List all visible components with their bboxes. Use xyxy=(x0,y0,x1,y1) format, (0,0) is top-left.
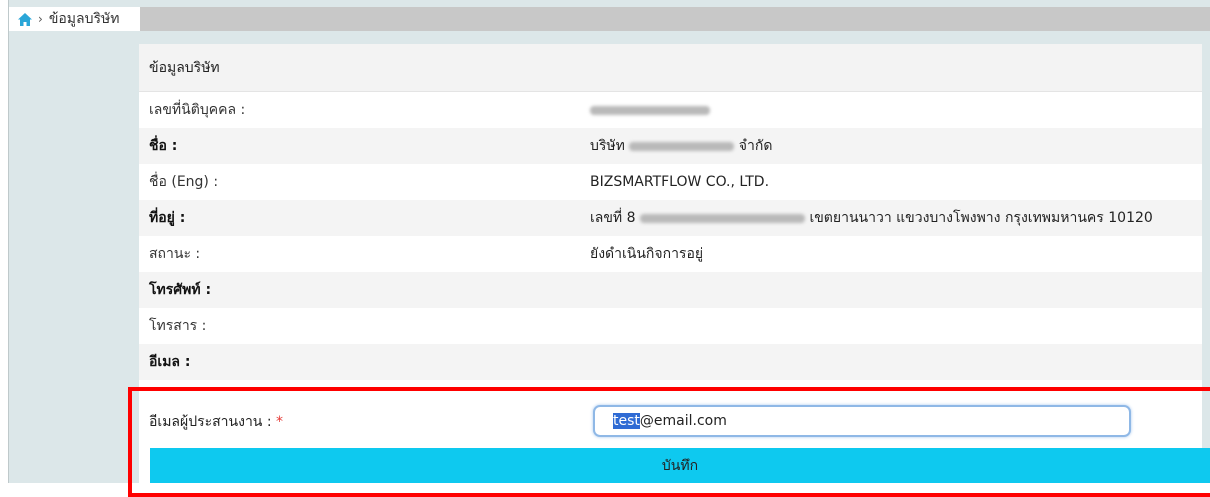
field-row-registration-no: เลขที่นิติบุคคล : xyxy=(139,92,1202,128)
field-value: เลขที่ 8 เขตยานนาวา แขวงบางโพงพาง กรุงเท… xyxy=(590,207,1153,229)
annotation-highlight xyxy=(128,387,1210,497)
field-value: บริษัท จำกัด xyxy=(590,135,772,157)
field-label: อีเมล : xyxy=(149,354,191,370)
field-label: ชื่อ : xyxy=(149,138,178,154)
field-value-redacted xyxy=(590,102,710,118)
breadcrumb-current: ข้อมูลบริษัท xyxy=(48,11,120,27)
field-label: สถานะ : xyxy=(149,246,201,262)
field-row-email: อีเมล : xyxy=(139,344,1202,380)
field-label: ที่อยู่ : xyxy=(149,210,186,226)
home-icon[interactable] xyxy=(18,12,32,26)
breadcrumb-separator: › xyxy=(38,12,43,26)
field-label: โทรศัพท์ : xyxy=(149,282,212,298)
field-value: BIZSMARTFLOW CO., LTD. xyxy=(590,174,770,190)
field-label: โทรสาร : xyxy=(149,318,207,334)
panel-header: ข้อมูลบริษัท xyxy=(139,44,1202,92)
field-value: ยังดำเนินกิจการอยู่ xyxy=(590,246,704,262)
name-suffix: จำกัด xyxy=(738,138,773,154)
address-prefix: เลขที่ 8 xyxy=(590,210,636,226)
name-prefix: บริษัท xyxy=(590,138,625,154)
field-row-address: ที่อยู่ : เลขที่ 8 เขตยานนาวา แขวงบางโพง… xyxy=(139,200,1202,236)
address-suffix: เขตยานนาวา แขวงบางโพงพาง กรุงเทพมหานคร 1… xyxy=(809,210,1153,226)
field-label: ชื่อ (Eng) : xyxy=(149,174,219,190)
breadcrumb-trail: › ข้อมูลบริษัท xyxy=(9,7,140,31)
field-row-phone: โทรศัพท์ : xyxy=(139,272,1202,308)
field-row-fax: โทรสาร : xyxy=(139,308,1202,344)
breadcrumb: › ข้อมูลบริษัท xyxy=(9,7,1210,31)
field-label: เลขที่นิติบุคคล : xyxy=(149,102,246,118)
field-row-name: ชื่อ : บริษัท จำกัด xyxy=(139,128,1202,164)
panel-title: ข้อมูลบริษัท xyxy=(149,59,220,76)
field-row-status: สถานะ : ยังดำเนินกิจการอยู่ xyxy=(139,236,1202,272)
field-row-name-eng: ชื่อ (Eng) : BIZSMARTFLOW CO., LTD. xyxy=(139,164,1202,200)
